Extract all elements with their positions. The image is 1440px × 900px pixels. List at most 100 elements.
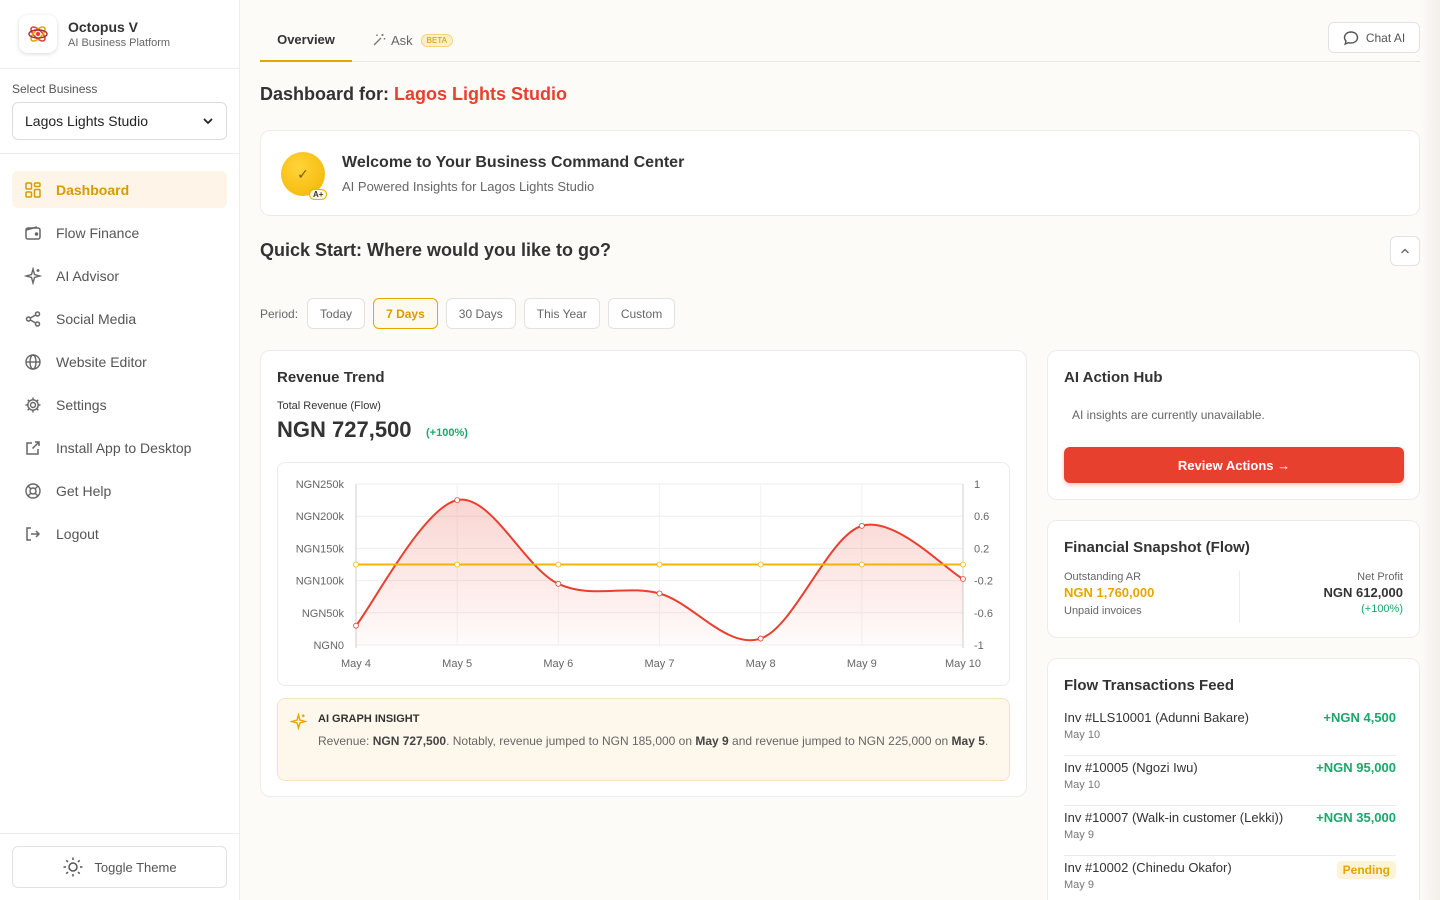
chat-ai-button[interactable]: Chat AI <box>1328 22 1420 53</box>
wallet-icon <box>25 225 41 240</box>
transactions-feed-card: Flow Transactions Feed Inv #LLS10001 (Ad… <box>1047 658 1420 900</box>
status-badge: Pending <box>1336 861 1396 879</box>
y-right-tick-label: 0.6 <box>974 511 989 523</box>
sidebar-item-website-editor[interactable]: Website Editor <box>12 343 227 380</box>
sidebar: Octopus V AI Business Platform Select Bu… <box>0 0 240 900</box>
sparkles-icon <box>290 713 307 730</box>
sidebar-item-logout[interactable]: Logout <box>12 515 227 552</box>
total-revenue-value: NGN 727,500 <box>277 417 412 442</box>
business-select[interactable]: Lagos Lights Studio <box>12 102 227 140</box>
sidebar-item-dashboard[interactable]: Dashboard <box>12 171 227 208</box>
x-tick-label: May 6 <box>543 658 573 670</box>
list-item[interactable]: Inv #10002 (Chinedu Okafor) May 9 Pendin… <box>1064 856 1396 900</box>
x-tick-label: May 5 <box>442 658 472 670</box>
sidebar-item-label: Dashboard <box>56 181 130 198</box>
y-right-tick-label: 0.2 <box>974 543 989 555</box>
net-profit-value: NGN 612,000 <box>1323 585 1404 600</box>
data-point <box>555 561 562 568</box>
brand: Octopus V AI Business Platform <box>0 0 239 69</box>
transaction-date: May 9 <box>1064 879 1094 891</box>
transaction-amount: +NGN 35,000 <box>1316 810 1396 825</box>
period-filter: Period: Today 7 Days 30 Days This Year C… <box>260 298 683 329</box>
period-today-button[interactable]: Today <box>307 298 366 329</box>
share-icon <box>25 310 41 327</box>
data-point <box>858 522 865 529</box>
revenue-trend-card: Revenue Trend Total Revenue (Flow) NGN 7… <box>260 350 1027 797</box>
x-tick-label: May 10 <box>945 658 981 670</box>
y-left-tick-label: NGN150k <box>296 543 345 555</box>
financial-snapshot-title: Financial Snapshot (Flow) <box>1064 539 1250 556</box>
outstanding-ar: Outstanding AR NGN 1,760,000 Unpaid invo… <box>1064 571 1154 617</box>
y-right-tick-label: -1 <box>974 640 984 652</box>
chevron-up-icon <box>1401 248 1409 254</box>
y-left-tick-label: NGN250k <box>296 479 345 491</box>
transaction-date: May 9 <box>1064 829 1094 841</box>
sidebar-item-label: Flow Finance <box>56 224 140 241</box>
transactions-list: Inv #LLS10001 (Adunni Bakare) May 10 +NG… <box>1064 706 1396 900</box>
period-custom-button[interactable]: Custom <box>607 298 676 329</box>
logout-icon <box>26 526 41 541</box>
list-item[interactable]: Inv #LLS10001 (Adunni Bakare) May 10 +NG… <box>1064 706 1396 756</box>
chat-bubble-icon <box>1343 30 1359 45</box>
dashboard-icon <box>25 181 41 198</box>
sidebar-item-flow-finance[interactable]: Flow Finance <box>12 214 227 251</box>
period-this-year-button[interactable]: This Year <box>523 298 600 329</box>
gear-icon <box>25 397 41 412</box>
sidebar-item-label: Settings <box>56 396 107 413</box>
toggle-theme-label: Toggle Theme <box>94 859 177 875</box>
business-select-label: Select Business <box>12 82 98 96</box>
data-point <box>555 580 562 587</box>
external-link-icon <box>26 440 40 455</box>
list-item[interactable]: Inv #10007 (Walk-in customer (Lekki)) Ma… <box>1064 806 1396 856</box>
page-title-prefix: Dashboard for: <box>260 84 390 104</box>
page-title-business: Lagos Lights Studio <box>394 84 568 104</box>
transaction-name: Inv #10007 (Walk-in customer (Lekki)) <box>1064 810 1284 825</box>
sidebar-item-ai-advisor[interactable]: AI Advisor <box>12 257 227 294</box>
period-30-days-button[interactable]: 30 Days <box>445 298 516 329</box>
transaction-amount: +NGN 95,000 <box>1316 760 1396 775</box>
x-tick-label: May 4 <box>341 658 371 670</box>
globe-icon <box>25 353 41 370</box>
period-7-days-button[interactable]: 7 Days <box>373 298 438 329</box>
period-label: Period: <box>260 306 299 321</box>
sidebar-item-label: AI Advisor <box>56 267 120 284</box>
data-point <box>454 561 461 568</box>
action-hub-title: AI Action Hub <box>1064 369 1163 386</box>
net-profit-label: Net Profit <box>1357 571 1403 583</box>
sidebar-nav: Dashboard Flow Finance AI Advisor Social… <box>0 154 239 552</box>
net-profit: Net Profit NGN 612,000 (+100%) <box>1324 571 1404 615</box>
review-actions-button[interactable]: Review Actions → <box>1064 447 1404 483</box>
outstanding-ar-note: Unpaid invoices <box>1064 605 1142 617</box>
ai-graph-insight: AI GRAPH INSIGHT Revenue: NGN 727,500. N… <box>277 698 1010 781</box>
data-point <box>858 561 865 568</box>
sidebar-item-social-media[interactable]: Social Media <box>12 300 227 337</box>
y-right-tick-label: -0.2 <box>974 576 993 588</box>
magic-wand-icon <box>373 34 386 46</box>
tab-ask-label: Ask <box>391 32 413 48</box>
welcome-subtitle: AI Powered Insights for Lagos Lights Stu… <box>342 179 595 194</box>
quick-start-title: Quick Start: Where would you like to go? <box>260 240 612 260</box>
welcome-card: ✓ A+ Welcome to Your Business Command Ce… <box>260 130 1420 216</box>
tab-overview[interactable]: Overview <box>260 18 352 62</box>
sidebar-item-label: Install App to Desktop <box>56 439 192 456</box>
data-point <box>960 561 966 568</box>
y-right-tick-label: -0.6 <box>974 608 993 620</box>
y-left-tick-label: NGN200k <box>296 511 345 523</box>
sidebar-item-settings[interactable]: Settings <box>12 386 227 423</box>
insight-title: AI GRAPH INSIGHT <box>318 713 420 725</box>
outstanding-ar-label: Outstanding AR <box>1064 571 1142 583</box>
y-left-tick-label: NGN100k <box>296 576 345 588</box>
tab-ask[interactable]: Ask BETA <box>372 18 453 62</box>
toggle-theme-button[interactable]: Toggle Theme <box>12 846 227 888</box>
sparkles-icon <box>24 266 42 285</box>
chat-ai-label: Chat AI <box>1365 30 1406 45</box>
sidebar-item-get-help[interactable]: Get Help <box>12 472 227 509</box>
brand-name: Octopus V <box>68 19 139 35</box>
octopus-logo-icon[interactable] <box>19 15 57 53</box>
collapse-button[interactable] <box>1390 236 1420 266</box>
list-item[interactable]: Inv #10005 (Ngozi Iwu) May 10 +NGN 95,00… <box>1064 756 1396 806</box>
financial-snapshot-card: Financial Snapshot (Flow) Outstanding AR… <box>1047 520 1420 638</box>
data-point <box>656 561 663 568</box>
sidebar-item-install-app[interactable]: Install App to Desktop <box>12 429 227 466</box>
divider <box>1239 571 1240 623</box>
